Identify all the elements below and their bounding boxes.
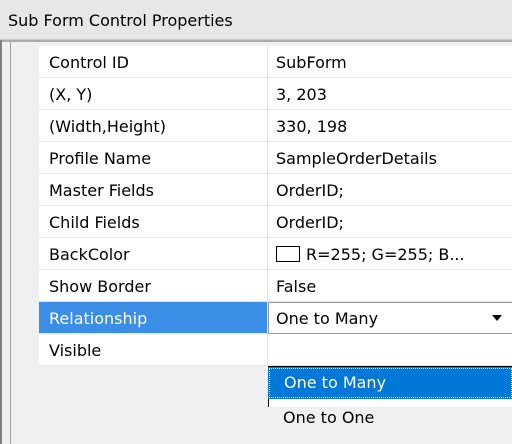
grid-gutter xyxy=(2,42,10,444)
property-value[interactable]: OrderID; xyxy=(268,206,512,238)
property-row-xy[interactable]: (X, Y) 3, 203 xyxy=(39,78,512,110)
property-name: Control ID xyxy=(39,46,268,78)
property-name: Master Fields xyxy=(39,174,268,206)
property-value[interactable] xyxy=(268,334,512,366)
property-name: (X, Y) xyxy=(39,78,268,110)
property-value[interactable]: R=255; G=255; B... xyxy=(268,238,512,270)
property-name: Relationship xyxy=(39,302,268,334)
property-value[interactable]: 3, 203 xyxy=(268,78,512,110)
property-name: Show Border xyxy=(39,270,268,302)
color-swatch[interactable] xyxy=(276,246,300,262)
property-row-width-height[interactable]: (Width,Height) 330, 198 xyxy=(39,110,512,142)
dropdown-option-one-to-many[interactable]: One to Many xyxy=(268,367,512,399)
property-value[interactable]: False xyxy=(268,270,512,302)
category-column xyxy=(11,42,39,444)
property-row-visible[interactable]: Visible xyxy=(39,334,512,366)
frame-border xyxy=(0,40,512,42)
property-name: Profile Name xyxy=(39,142,268,174)
panel-title-bar: Sub Form Control Properties xyxy=(0,0,512,40)
property-row-control-id[interactable]: Control ID SubForm xyxy=(39,46,512,78)
dropdown-option-one-to-one[interactable]: One to One xyxy=(269,404,512,434)
property-row-backcolor[interactable]: BackColor R=255; G=255; B... xyxy=(39,238,512,270)
properties-panel: Sub Form Control Properties Control ID S… xyxy=(0,0,512,444)
property-value[interactable]: 330, 198 xyxy=(268,110,512,142)
property-name: Child Fields xyxy=(39,206,268,238)
property-row-relationship[interactable]: Relationship One to Many xyxy=(39,302,512,334)
property-value[interactable]: SampleOrderDetails xyxy=(268,142,512,174)
property-name: (Width,Height) xyxy=(39,110,268,142)
dropdown-arrow-button[interactable] xyxy=(480,303,512,333)
panel-title: Sub Form Control Properties xyxy=(8,11,233,30)
relationship-dropdown-list[interactable]: One to Many One to One xyxy=(268,366,512,427)
property-name: BackColor xyxy=(39,238,268,270)
property-value[interactable]: OrderID; xyxy=(268,174,512,206)
property-value[interactable]: SubForm xyxy=(268,46,512,78)
property-row-master-fields[interactable]: Master Fields OrderID; xyxy=(39,174,512,206)
property-row-child-fields[interactable]: Child Fields OrderID; xyxy=(39,206,512,238)
chevron-down-icon xyxy=(492,315,502,321)
property-name: Visible xyxy=(39,334,268,366)
property-row-profile-name[interactable]: Profile Name SampleOrderDetails xyxy=(39,142,512,174)
relationship-dropdown[interactable]: One to Many xyxy=(268,302,512,334)
property-row-show-border[interactable]: Show Border False xyxy=(39,270,512,302)
